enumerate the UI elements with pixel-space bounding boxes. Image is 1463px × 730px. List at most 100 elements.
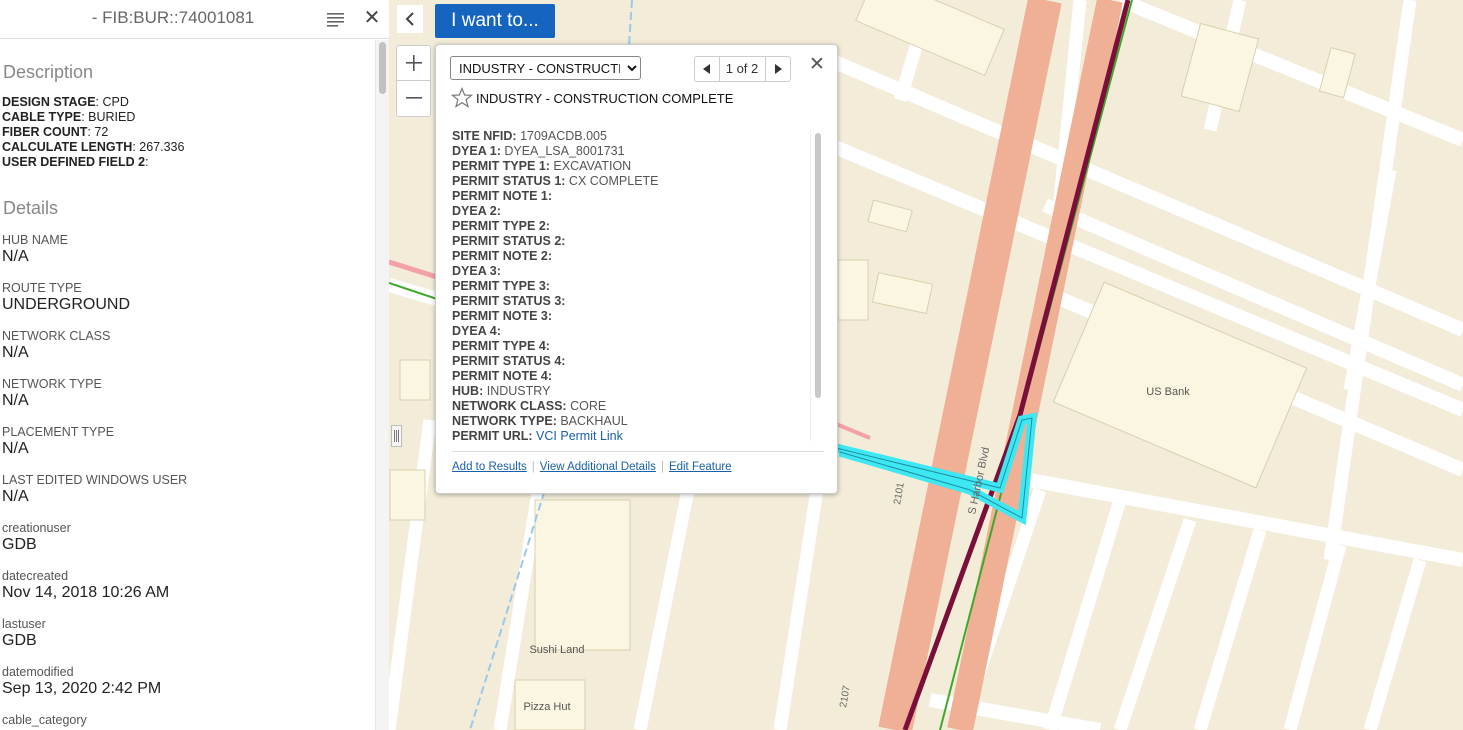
detail-field: creationuser GDB: [2, 521, 375, 555]
panel-scrollbar-thumb[interactable]: [379, 42, 386, 94]
popup-title: INDUSTRY - CONSTRUCTION COMPLETE: [476, 91, 734, 106]
previous-feature-button[interactable]: [695, 57, 720, 81]
popup-field-row: NETWORK CLASS: CORE: [452, 399, 807, 414]
popup-field-row: PERMIT STATUS 3:: [452, 294, 807, 309]
popup-field-value: CX COMPLETE: [568, 174, 659, 188]
popup-field-row: PERMIT NOTE 4:: [452, 369, 807, 384]
collapse-panel-button[interactable]: [397, 5, 423, 33]
edit-feature-link[interactable]: Edit Feature: [669, 461, 732, 473]
detail-value: Nov 14, 2018 10:26 AM: [2, 584, 170, 601]
zoom-in-button[interactable]: [397, 46, 430, 81]
popup-field-row: SITE NFID: 1709ACDB.005: [452, 129, 807, 144]
description-label: USER DEFINED FIELD 2: [2, 155, 146, 169]
chevron-left-icon: [405, 12, 414, 26]
detail-label: ROUTE TYPE: [2, 281, 82, 295]
popup-field-label: DYEA 2:: [452, 204, 501, 218]
popup-close-icon[interactable]: ✕: [808, 53, 826, 75]
panel-scrollbar[interactable]: [375, 40, 389, 730]
popup-field-value: INDUSTRY: [486, 384, 551, 398]
detail-value: Sep 13, 2020 2:42 PM: [2, 680, 162, 697]
detail-value: UNDERGROUND: [2, 296, 130, 313]
detail-label: datecreated: [2, 569, 69, 583]
map-label-bank: US Bank: [1146, 386, 1190, 398]
description-label: FIBER COUNT: [2, 125, 88, 139]
popup-field-value: EXCAVATION: [553, 159, 632, 173]
detail-label: creationuser: [2, 521, 71, 535]
popup-field-label: DYEA 4:: [452, 324, 501, 338]
popup-scrollbar[interactable]: [810, 129, 825, 441]
panel-title: - FIB:BUR::74001081: [91, 8, 255, 27]
minus-icon: [405, 97, 422, 99]
close-icon[interactable]: ✕: [363, 8, 381, 28]
popup-field-row: PERMIT NOTE 1:: [452, 189, 807, 204]
detail-label: datemodified: [2, 665, 74, 679]
popup-field-label: DYEA 3:: [452, 264, 501, 278]
detail-value: N/A: [2, 344, 29, 361]
detail-field: NETWORK CLASS N/A: [2, 329, 375, 363]
zoom-control: [396, 45, 431, 117]
description-value: CPD: [102, 95, 129, 109]
popup-field-label: PERMIT TYPE 3:: [452, 279, 550, 293]
popup-field-row: NETWORK TYPE: BACKHAUL: [452, 414, 807, 429]
popup-field-label: PERMIT STATUS 1:: [452, 174, 566, 188]
details-panel: - FIB:BUR::74001081 ✕ Description DESIGN…: [0, 0, 390, 730]
detail-value: N/A: [2, 488, 29, 505]
popup-field-row: PERMIT TYPE 4:: [452, 339, 807, 354]
description-row: FIBER COUNT: 72: [2, 125, 109, 139]
detail-value: GDB: [2, 536, 37, 553]
popup-field-row: PERMIT URL: VCI Permit Link: [452, 429, 807, 441]
popup-divider: [452, 451, 824, 452]
next-feature-button[interactable]: [765, 57, 791, 81]
detail-field: cable_category: [2, 713, 375, 727]
popup-field-value: DYEA_LSA_8001731: [504, 144, 625, 158]
popup-field-label: PERMIT NOTE 2:: [452, 249, 553, 263]
detail-label: lastuser: [2, 617, 46, 631]
popup-field-row: PERMIT TYPE 3:: [452, 279, 807, 294]
description-value: BURIED: [88, 110, 136, 124]
detail-field: LAST EDITED WINDOWS USER N/A: [2, 473, 375, 507]
feature-popup: INDUSTRY - CONSTRUCTION COMPLETE 1 of 2 …: [435, 44, 838, 494]
description-row: USER DEFINED FIELD 2:: [2, 155, 149, 169]
star-icon[interactable]: [450, 86, 474, 109]
triangle-right-icon: [775, 64, 782, 74]
zoom-out-button[interactable]: [397, 81, 430, 115]
splitter-handle[interactable]: [391, 425, 402, 447]
popup-field-row: PERMIT STATUS 2:: [452, 234, 807, 249]
detail-value: N/A: [2, 248, 29, 265]
popup-field-label: PERMIT TYPE 1:: [452, 159, 550, 173]
popup-field-label: PERMIT TYPE 4:: [452, 339, 550, 353]
layer-select[interactable]: INDUSTRY - CONSTRUCTION COMPLETE: [450, 56, 641, 80]
detail-label: LAST EDITED WINDOWS USER: [2, 473, 188, 487]
popup-field-label: SITE NFID:: [452, 129, 517, 143]
popup-content: SITE NFID: 1709ACDB.005 DYEA 1: DYEA_LSA_…: [452, 129, 807, 441]
popup-field-label: PERMIT NOTE 4:: [452, 369, 553, 383]
pager-text: 1 of 2: [725, 61, 759, 76]
detail-value: N/A: [2, 440, 29, 457]
map-label-pizza: Pizza Hut: [523, 701, 570, 713]
menu-lines-icon[interactable]: [326, 10, 346, 28]
popup-field-row: PERMIT STATUS 4:: [452, 354, 807, 369]
popup-field-row: PERMIT TYPE 1: EXCAVATION: [452, 159, 807, 174]
popup-field-row: PERMIT NOTE 3:: [452, 309, 807, 324]
popup-field-value: BACKHAUL: [560, 414, 628, 428]
popup-field-label: HUB:: [452, 384, 484, 398]
grip-icon: [394, 430, 399, 442]
description-row: DESIGN STAGE: CPD: [2, 95, 129, 109]
popup-field-value: CORE: [570, 399, 607, 413]
add-to-results-link[interactable]: Add to Results: [452, 461, 527, 473]
popup-field-label: PERMIT NOTE 3:: [452, 309, 553, 323]
detail-value: GDB: [2, 632, 37, 649]
popup-field-row: DYEA 1: DYEA_LSA_8001731: [452, 144, 807, 159]
detail-field: PLACEMENT TYPE N/A: [2, 425, 375, 459]
detail-field: NETWORK TYPE N/A: [2, 377, 375, 411]
permit-link[interactable]: VCI Permit Link: [536, 429, 623, 441]
popup-scrollbar-thumb[interactable]: [815, 133, 821, 398]
i-want-to-button[interactable]: I want to...: [435, 4, 555, 38]
map-label-sushi: Sushi Land: [529, 644, 584, 656]
popup-field-row: DYEA 4:: [452, 324, 807, 339]
popup-field-row: HUB: INDUSTRY: [452, 384, 807, 399]
popup-field-row: PERMIT STATUS 1: CX COMPLETE: [452, 174, 807, 189]
separator: |: [660, 461, 664, 473]
view-details-link[interactable]: View Additional Details: [540, 461, 656, 473]
popup-field-row: PERMIT TYPE 2:: [452, 219, 807, 234]
